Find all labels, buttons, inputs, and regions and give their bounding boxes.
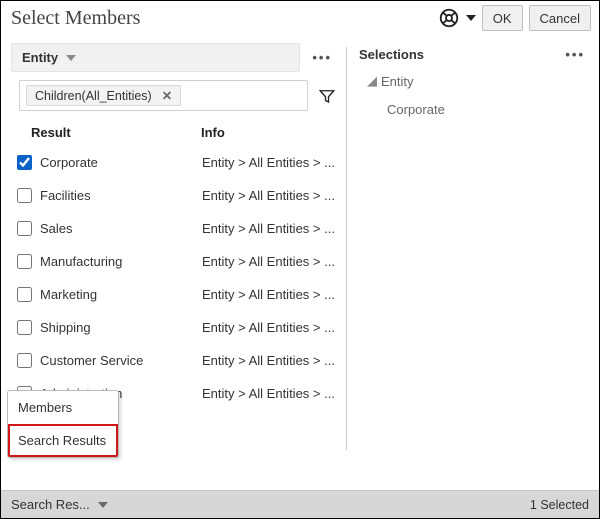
row-info: Entity > All Entities > ... [202, 254, 336, 269]
select-members-dialog: Select Members OK Cancel Entity ••• [0, 0, 600, 519]
footer-bar: Search Res... 1 Selected [1, 490, 599, 518]
selections-heading: Selections [359, 47, 424, 62]
active-tab-label[interactable]: Search Res... [11, 497, 90, 512]
tab-switcher-popup: Members Search Results [7, 390, 119, 458]
row-info: Entity > All Entities > ... [202, 353, 336, 368]
selected-count: 1 Selected [530, 498, 589, 512]
row-checkbox[interactable] [17, 188, 32, 203]
column-result: Result [31, 125, 201, 140]
results-list: CorporateEntity > All Entities > ...Faci… [1, 146, 346, 410]
result-row[interactable]: ManufacturingEntity > All Entities > ... [1, 245, 346, 278]
help-icon[interactable] [438, 7, 460, 29]
help-dropdown-icon[interactable] [466, 13, 476, 23]
tab-search-results[interactable]: Search Results [8, 424, 118, 457]
row-name: Sales [40, 221, 202, 236]
dimension-label: Entity [22, 50, 58, 65]
row-name: Manufacturing [40, 254, 202, 269]
result-row[interactable]: CorporateEntity > All Entities > ... [1, 146, 346, 179]
cancel-button[interactable]: Cancel [529, 5, 591, 31]
dialog-title: Select Members [11, 7, 140, 30]
tab-dropdown-icon[interactable] [98, 500, 108, 510]
result-row[interactable]: MarketingEntity > All Entities > ... [1, 278, 346, 311]
left-more-menu[interactable]: ••• [308, 50, 336, 65]
selections-more-menu[interactable]: ••• [561, 47, 589, 62]
results-header: Result Info [1, 119, 346, 146]
row-name: Facilities [40, 188, 202, 203]
collapse-icon: ◢ [367, 73, 377, 89]
search-chip-label: Children(All_Entities) [35, 89, 152, 103]
selections-dimension-node[interactable]: ◢Entity [347, 68, 599, 96]
row-info: Entity > All Entities > ... [202, 287, 336, 302]
search-input[interactable]: Children(All_Entities) ✕ [19, 80, 308, 111]
row-info: Entity > All Entities > ... [202, 221, 336, 236]
tab-members[interactable]: Members [8, 391, 118, 424]
left-panel: Entity ••• Children(All_Entities) ✕ [1, 37, 346, 490]
row-info: Entity > All Entities > ... [202, 320, 336, 335]
row-checkbox[interactable] [17, 353, 32, 368]
row-info: Entity > All Entities > ... [202, 188, 336, 203]
result-row[interactable]: SalesEntity > All Entities > ... [1, 212, 346, 245]
row-checkbox[interactable] [17, 320, 32, 335]
filter-icon[interactable] [318, 87, 336, 105]
row-info: Entity > All Entities > ... [202, 155, 336, 170]
result-row[interactable]: FacilitiesEntity > All Entities > ... [1, 179, 346, 212]
result-row[interactable]: ShippingEntity > All Entities > ... [1, 311, 346, 344]
row-name: Customer Service [40, 353, 202, 368]
row-checkbox[interactable] [17, 254, 32, 269]
column-info: Info [201, 125, 336, 140]
row-name: Shipping [40, 320, 202, 335]
dimension-selector[interactable]: Entity [11, 43, 300, 72]
ok-button[interactable]: OK [482, 5, 523, 31]
row-info: Entity > All Entities > ... [202, 386, 336, 401]
chevron-down-icon [66, 53, 76, 63]
row-name: Marketing [40, 287, 202, 302]
search-chip: Children(All_Entities) ✕ [26, 85, 181, 106]
row-checkbox[interactable] [17, 155, 32, 170]
titlebar: Select Members OK Cancel [1, 1, 599, 37]
row-name: Corporate [40, 155, 202, 170]
row-checkbox[interactable] [17, 221, 32, 236]
selection-item[interactable]: Corporate [347, 96, 599, 123]
result-row[interactable]: Customer ServiceEntity > All Entities > … [1, 344, 346, 377]
selections-panel: Selections ••• ◢Entity Corporate [347, 37, 599, 490]
chip-remove-icon[interactable]: ✕ [158, 88, 176, 103]
row-checkbox[interactable] [17, 287, 32, 302]
